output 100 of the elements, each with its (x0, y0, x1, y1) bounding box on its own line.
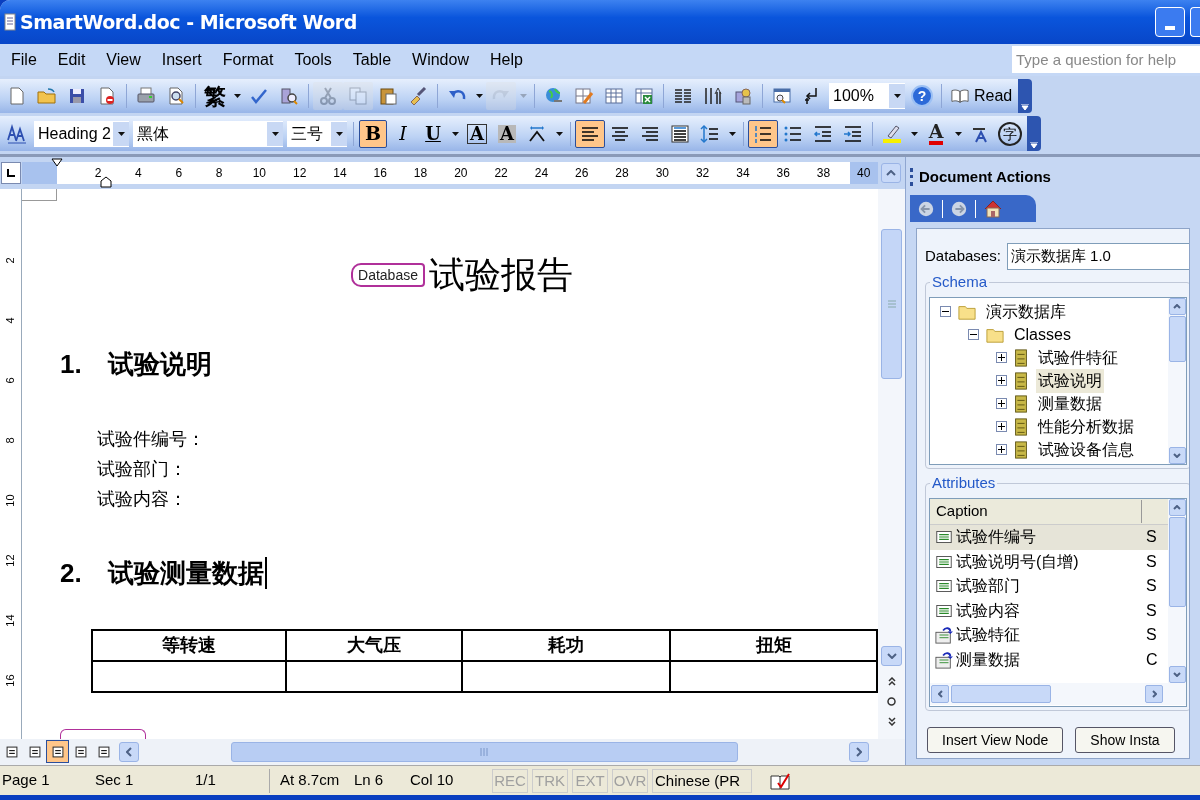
database-combo-box[interactable]: 演示数据库 1.0 (1006, 243, 1189, 270)
underline-button[interactable]: U (419, 119, 447, 148)
action-button[interactable]: Show Insta (1075, 727, 1175, 753)
menu-item[interactable]: Format (221, 48, 275, 72)
ruler-number: 26 (575, 164, 589, 182)
caption-text: 试验说明号(自增) (956, 551, 1080, 572)
italic-button[interactable]: I (389, 119, 417, 148)
ruler-number: 8 (215, 164, 223, 182)
menu-item[interactable]: Help (488, 48, 524, 72)
style-combo-box[interactable]: Heading 2 (34, 120, 129, 147)
type-text: S (1146, 625, 1157, 646)
ruler-number: 16 (3, 674, 17, 687)
action-button[interactable]: Insert View Node (927, 727, 1064, 753)
ruler-number: 20 (454, 164, 468, 182)
type-text: S (1146, 551, 1157, 572)
caption-text: 试验内容 (956, 600, 1021, 621)
tree-item[interactable]: 测量数据 (1036, 391, 1104, 416)
font-combo-box[interactable]: 黑体 (133, 120, 283, 147)
ruler-number: 4 (3, 317, 17, 324)
menu-item[interactable]: File (10, 48, 38, 72)
list-row[interactable]: 试验部门 S (930, 574, 1168, 599)
section-heading: 试验测量数据 (108, 556, 264, 590)
font-size-combo-box[interactable]: 三号 (287, 120, 347, 147)
ruler-number: 40 (857, 164, 871, 182)
tree-item[interactable]: 试验设备信息 (1036, 437, 1136, 462)
type-text: C (1146, 649, 1158, 670)
table-header-cell: 耗功 (462, 629, 671, 661)
ruler-number: 30 (655, 164, 669, 182)
list-row[interactable]: 测量数据 C (930, 647, 1168, 672)
caption-text: 试验件编号 (956, 527, 1037, 548)
menu-item[interactable]: Window (411, 48, 470, 72)
status-text: Sec 1 (95, 770, 135, 791)
ruler-number: 32 (695, 164, 710, 182)
menu-item[interactable]: Tools (293, 48, 333, 72)
zoom-combo-box[interactable]: 100% (829, 83, 905, 109)
status-text: Page 1 (1, 770, 51, 791)
ruler-number: 24 (534, 164, 549, 182)
status-text: Ln 6 (354, 770, 385, 791)
type-text: S (1146, 527, 1157, 548)
bold-button[interactable]: B (359, 119, 387, 148)
character-shading-button[interactable]: A (493, 119, 521, 148)
status-text: 1/1 (195, 770, 217, 791)
tree-item[interactable]: 试验说明 (1036, 368, 1104, 393)
ruler-number: 14 (3, 614, 17, 627)
list-row[interactable]: 试验件编号 S (930, 525, 1168, 550)
list-row[interactable]: 试验说明号(自增) S (930, 549, 1168, 574)
tree-item[interactable]: 演示数据库 (984, 299, 1068, 324)
help-search-field[interactable]: Type a question for help (1012, 46, 1200, 73)
ruler-number: 6 (3, 377, 17, 384)
ruler-number: 6 (175, 164, 183, 182)
menu-item[interactable]: Insert (160, 48, 203, 72)
ruler-number: 38 (816, 164, 831, 182)
form-label: 试验件编号： (97, 427, 206, 451)
ruler-number: 34 (736, 164, 750, 182)
form-label: 试验部门： (97, 457, 188, 481)
menu-item[interactable]: Edit (56, 48, 87, 72)
xml-tag: Database (351, 262, 425, 287)
ruler-number: 4 (135, 164, 142, 182)
ruler-number: 2 (3, 257, 17, 264)
ruler-number: 16 (373, 164, 387, 182)
font-color-button[interactable]: A (922, 119, 950, 148)
ruler-number: 2 (94, 164, 102, 182)
traditional-chinese-button[interactable]: 繁 (201, 82, 229, 110)
field-label: Databases: (925, 246, 1001, 267)
status-text: Col 10 (410, 770, 455, 791)
table-header-cell: 大气压 (285, 629, 463, 661)
ruler-number: 12 (3, 554, 17, 567)
caption-text: 试验部门 (956, 576, 1021, 597)
ruler-number: 22 (494, 164, 508, 182)
ruler-number: 36 (776, 164, 790, 182)
heading-number: 2. (60, 556, 83, 590)
type-text: S (1146, 576, 1157, 597)
ruler-number: 10 (252, 164, 266, 182)
language-indicator: Chinese (PR (652, 768, 752, 793)
caption-text: 试验特征 (956, 625, 1021, 646)
list-row[interactable]: 试验特征 S (930, 623, 1168, 648)
ruler-number: 10 (3, 494, 17, 507)
menu-item[interactable]: View (105, 48, 142, 72)
read-button[interactable]: Read (946, 82, 1017, 110)
window-title: SmartWord.doc - Microsoft Word (20, 9, 357, 35)
task-pane-title: Document Actions (919, 166, 1051, 187)
tree-item[interactable]: 性能分析数据 (1036, 414, 1136, 439)
ruler-number: 28 (615, 164, 629, 182)
table-header-cell: 等转速 (92, 629, 286, 661)
status-text: At 8.7cm (280, 770, 341, 791)
menu-item[interactable]: Table (351, 48, 393, 72)
type-text: S (1146, 600, 1157, 621)
tree-item[interactable]: Classes (1012, 322, 1073, 347)
ruler-number: 18 (413, 164, 428, 182)
tree-item[interactable]: 试验件特征 (1036, 345, 1120, 370)
caption-text: 测量数据 (956, 649, 1021, 670)
heading-number: 1. (60, 347, 83, 381)
ruler-number: 14 (333, 164, 347, 182)
section-heading: 试验说明 (108, 347, 212, 381)
ruler-number: 12 (292, 164, 307, 182)
list-row[interactable]: 试验内容 S (930, 598, 1168, 623)
form-label: 试验内容： (97, 487, 188, 511)
table-header-cell: 扭矩 (670, 629, 877, 661)
document-title: 试验报告 (428, 252, 573, 297)
ruler-number: 8 (3, 437, 17, 444)
